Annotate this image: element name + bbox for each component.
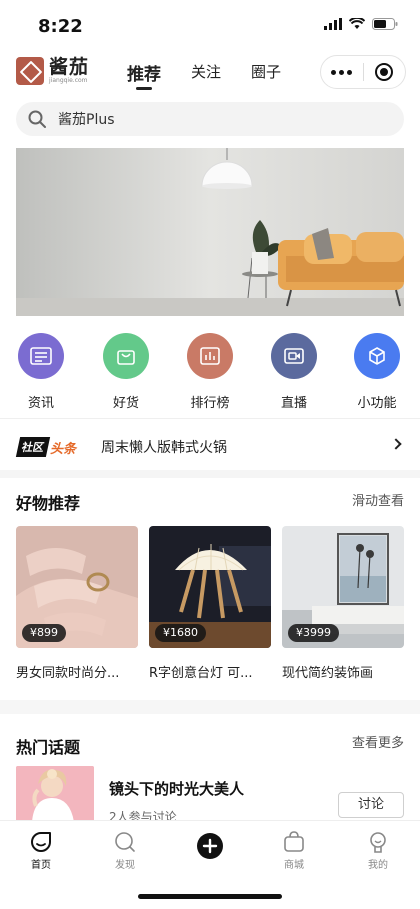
- status-bar: 8:22: [0, 0, 420, 52]
- quick-link-tools[interactable]: 小功能: [345, 333, 409, 411]
- live-icon: [271, 333, 317, 379]
- price-badge: ¥3999: [288, 624, 339, 642]
- logo-icon: [16, 57, 44, 85]
- status-icons: [324, 18, 398, 30]
- topics-section-title: 热门话题: [16, 738, 81, 757]
- logo-name: 酱茄: [49, 56, 90, 78]
- topic-title[interactable]: 镜头下的时光大美人: [109, 778, 244, 799]
- quick-link-label: 资讯: [27, 396, 54, 411]
- topic-image[interactable]: [16, 766, 94, 822]
- tab-label: 我的: [368, 860, 388, 871]
- banner-image[interactable]: [16, 148, 404, 316]
- headline-tag: 社区 头条: [15, 437, 77, 457]
- bag-icon: [103, 333, 149, 379]
- headline-text[interactable]: 周末懒人版韩式火锅: [101, 437, 227, 457]
- profile-icon: [348, 831, 408, 853]
- tab-discover[interactable]: 发现: [95, 831, 155, 871]
- divider: [0, 418, 420, 419]
- wifi-icon: [349, 18, 365, 29]
- goods-image[interactable]: ¥3999: [282, 526, 404, 648]
- search-bar[interactable]: 酱茄Plus: [16, 102, 404, 136]
- discover-icon: [95, 831, 155, 853]
- headline-bar[interactable]: 社区 头条 周末懒人版韩式火锅: [0, 426, 420, 466]
- topics-section-link[interactable]: 查看更多: [352, 732, 404, 751]
- headline-tag-community: 社区: [15, 437, 51, 457]
- goods-card[interactable]: ¥1680 R字创意台灯 可...: [149, 526, 271, 681]
- search-icon: [28, 110, 46, 128]
- chart-icon: [187, 333, 233, 379]
- shop-icon: [264, 831, 324, 853]
- price-badge: ¥1680: [155, 624, 206, 642]
- tab-home[interactable]: 首页: [11, 831, 71, 871]
- tab-profile[interactable]: 我的: [348, 831, 408, 871]
- goods-image[interactable]: ¥1680: [149, 526, 271, 648]
- close-miniprogram-icon[interactable]: [363, 63, 405, 81]
- top-nav: 酱茄 jiangqie.com 推荐 关注 圈子: [0, 52, 420, 96]
- goods-name[interactable]: R字创意台灯 可...: [149, 662, 271, 681]
- section-divider: [0, 470, 420, 478]
- quick-link-label: 小功能: [357, 396, 397, 411]
- publish-icon: [180, 833, 240, 859]
- logo-sub: jiangqie.com: [49, 77, 88, 84]
- price-badge: ¥899: [22, 624, 66, 642]
- quick-link-goods[interactable]: 好货: [94, 333, 158, 411]
- battery-icon: [372, 18, 398, 30]
- tab-follow[interactable]: 关注: [191, 61, 221, 85]
- goods-name[interactable]: 男女同款时尚分...: [16, 662, 138, 681]
- quick-link-label: 排行榜: [190, 396, 230, 411]
- tab-recommend[interactable]: 推荐: [127, 60, 161, 90]
- nav-tabs: 推荐 关注 圈子: [127, 60, 311, 90]
- quick-link-ranking[interactable]: 排行榜: [178, 333, 242, 411]
- quick-link-label: 直播: [280, 396, 307, 411]
- cube-icon: [354, 333, 400, 379]
- quick-link-label: 好货: [112, 396, 139, 411]
- goods-card[interactable]: ¥3999 现代简约装饰画: [282, 526, 404, 681]
- status-time: 8:22: [38, 16, 83, 37]
- quick-links: 资讯 好货 排行榜 直播 小功能: [0, 333, 420, 411]
- discuss-button[interactable]: 讨论: [338, 792, 404, 818]
- goods-image[interactable]: ¥899: [16, 526, 138, 648]
- goods-section-link[interactable]: 滑动查看: [352, 490, 404, 509]
- headline-tag-headline: 头条: [50, 441, 77, 457]
- home-indicator: [138, 894, 282, 899]
- logo[interactable]: 酱茄 jiangqie.com: [16, 57, 89, 85]
- goods-section-title: 好物推荐: [16, 494, 81, 513]
- topic-card[interactable]: 镜头下的时光大美人 2人参与讨论 讨论: [16, 766, 404, 824]
- quick-link-news[interactable]: 资讯: [9, 333, 73, 411]
- search-input[interactable]: 酱茄Plus: [58, 109, 115, 129]
- more-icon[interactable]: [321, 69, 363, 75]
- chevron-right-icon[interactable]: [390, 438, 402, 450]
- miniprogram-capsule: [320, 55, 406, 89]
- news-icon: [18, 333, 64, 379]
- goods-card[interactable]: ¥899 男女同款时尚分...: [16, 526, 138, 681]
- tab-circle[interactable]: 圈子: [251, 61, 281, 85]
- signal-icon: [324, 18, 342, 30]
- home-icon: [11, 831, 71, 853]
- tab-label: 发现: [115, 860, 135, 871]
- tab-shop[interactable]: 商城: [264, 831, 324, 871]
- section-divider: [0, 700, 420, 714]
- quick-link-live[interactable]: 直播: [262, 333, 326, 411]
- goods-name[interactable]: 现代简约装饰画: [282, 662, 404, 681]
- tab-label: 首页: [31, 860, 51, 871]
- tab-label: 商城: [284, 860, 304, 871]
- tab-publish[interactable]: [180, 833, 240, 859]
